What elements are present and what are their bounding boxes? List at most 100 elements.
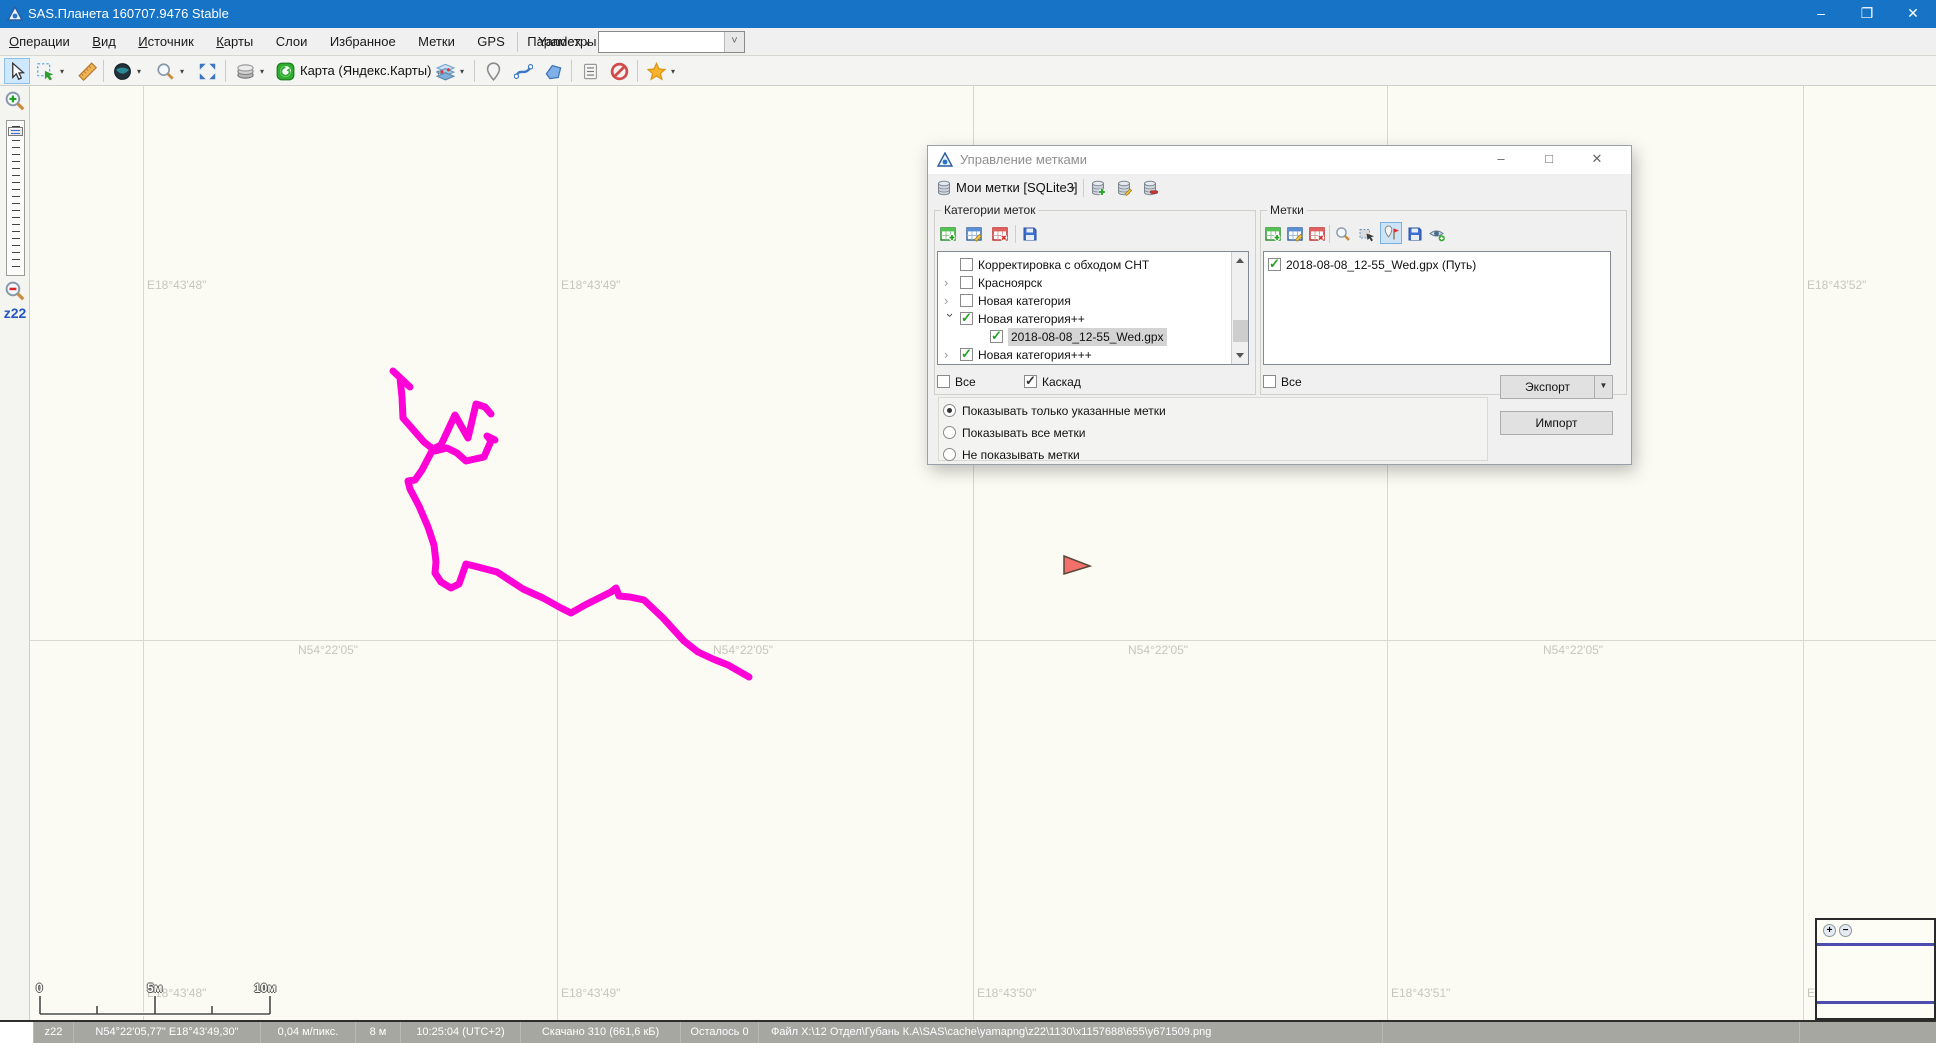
- category-checkbox[interactable]: [960, 348, 973, 361]
- tree-row[interactable]: › Новая категория+++: [940, 346, 1228, 364]
- category-checkbox[interactable]: [960, 312, 973, 325]
- globe-button[interactable]: [109, 58, 135, 84]
- mark-goto-button[interactable]: [1358, 225, 1376, 243]
- chevron-down-icon[interactable]: ▾: [260, 67, 264, 76]
- menu-favorites[interactable]: Избранное: [330, 28, 396, 55]
- map-source-select[interactable]: Карта (Яндекс.Карты)▾: [300, 58, 440, 84]
- all-checkbox[interactable]: [1263, 375, 1276, 388]
- menu-maps[interactable]: Карты: [216, 28, 253, 55]
- menu-source[interactable]: Источник: [138, 28, 194, 55]
- database-edit-button[interactable]: [1115, 179, 1133, 197]
- zoom-slider[interactable]: [6, 120, 25, 276]
- cache-layers-button[interactable]: [232, 58, 258, 84]
- marks-list[interactable]: 2018-08-08_12-55_Wed.gpx (Путь): [1263, 251, 1611, 365]
- expand-icon[interactable]: ›: [944, 292, 956, 310]
- menu-operations[interactable]: Операции: [9, 28, 70, 55]
- mark-visibility-button[interactable]: [1428, 225, 1446, 243]
- search-combobox[interactable]: ˅: [598, 31, 745, 53]
- export-dropdown-button[interactable]: ▼: [1594, 375, 1613, 399]
- category-checkbox[interactable]: [960, 294, 973, 307]
- scrollbar-thumb[interactable]: [1233, 320, 1248, 342]
- fullscreen-button[interactable]: [194, 58, 220, 84]
- minimize-button[interactable]: –: [1798, 0, 1844, 28]
- collapse-icon[interactable]: ›: [941, 313, 959, 325]
- tree-row[interactable]: › Красноярск: [940, 274, 1228, 292]
- mark-save-button[interactable]: [1406, 225, 1424, 243]
- dialog-title-bar[interactable]: Управление метками – □ ✕: [928, 146, 1631, 174]
- placemark-list-button[interactable]: [577, 58, 603, 84]
- menu-layers[interactable]: Слои: [276, 28, 308, 55]
- chevron-down-icon[interactable]: ▾: [137, 67, 141, 76]
- expand-icon[interactable]: ›: [944, 346, 956, 364]
- radio-show-selected[interactable]: [943, 404, 956, 417]
- category-edit-icon: [966, 226, 982, 242]
- tree-row[interactable]: › Новая категория++: [940, 310, 1228, 328]
- menu-gps[interactable]: GPS: [477, 28, 504, 55]
- zoom-tool-button[interactable]: [152, 58, 178, 84]
- mark-navigation-toggle[interactable]: [1380, 222, 1402, 244]
- scroll-up-icon[interactable]: [1236, 258, 1244, 263]
- zoom-out-button[interactable]: [4, 280, 26, 302]
- export-button[interactable]: Экспорт: [1500, 375, 1595, 399]
- zoom-in-button[interactable]: [4, 90, 26, 112]
- dialog-maximize-button[interactable]: □: [1532, 146, 1566, 174]
- minimap-zoom-in-button[interactable]: +: [1823, 924, 1836, 937]
- category-edit-button[interactable]: [965, 225, 983, 243]
- category-checkbox[interactable]: [960, 258, 973, 271]
- list-item[interactable]: 2018-08-08_12-55_Wed.gpx (Путь): [1264, 256, 1552, 274]
- mark-edit-button[interactable]: [1286, 225, 1304, 243]
- category-checkbox[interactable]: [960, 276, 973, 289]
- all-checkbox[interactable]: [937, 375, 950, 388]
- database-add-button[interactable]: [1089, 179, 1107, 197]
- zoom-slider-handle[interactable]: [8, 127, 23, 136]
- add-placemark-button[interactable]: [480, 58, 506, 84]
- mini-map[interactable]: + −: [1815, 918, 1936, 1020]
- layers-select-button[interactable]: [432, 58, 458, 84]
- dialog-close-button[interactable]: ✕: [1580, 146, 1614, 174]
- ruler-icon: [78, 62, 97, 81]
- minimap-zoom-out-button[interactable]: −: [1839, 924, 1852, 937]
- category-delete-button[interactable]: [991, 225, 1009, 243]
- database-delete-button[interactable]: [1141, 179, 1159, 197]
- chevron-down-icon[interactable]: ▾: [60, 67, 64, 76]
- category-add-button[interactable]: [939, 225, 957, 243]
- chevron-down-icon[interactable]: ▾: [180, 67, 184, 76]
- mark-add-button[interactable]: [1264, 225, 1282, 243]
- scroll-down-icon[interactable]: [1236, 353, 1244, 358]
- tree-row[interactable]: 2018-08-08_12-55_Wed.gpx: [940, 328, 1228, 346]
- add-polygon-button[interactable]: [540, 58, 566, 84]
- cursor-tool-button[interactable]: [4, 58, 30, 84]
- menu-bar: Операции Вид Источник Карты Слои Избранн…: [0, 28, 1936, 56]
- radio-show-none[interactable]: [943, 448, 956, 461]
- chevron-down-icon[interactable]: ▾: [460, 67, 464, 76]
- categories-tree[interactable]: Корректировка с обходом СНТ › Красноярск…: [937, 251, 1249, 365]
- navigation-button[interactable]: [272, 58, 298, 84]
- combo-dropdown-button[interactable]: ˅: [724, 32, 744, 52]
- selection-tool-button[interactable]: [32, 58, 58, 84]
- radio-show-all[interactable]: [943, 426, 956, 439]
- favorites-button[interactable]: [643, 58, 669, 84]
- category-checkbox[interactable]: [990, 330, 1003, 343]
- maximize-button[interactable]: ❐: [1844, 0, 1890, 28]
- add-path-button[interactable]: [510, 58, 536, 84]
- menu-view[interactable]: Вид: [92, 28, 116, 55]
- mark-find-button[interactable]: [1334, 225, 1352, 243]
- tree-scrollbar[interactable]: [1231, 252, 1248, 364]
- menu-marks[interactable]: Метки: [418, 28, 455, 55]
- menu-search-engine[interactable]: Yandex▾: [538, 28, 589, 57]
- mark-delete-button[interactable]: [1308, 225, 1326, 243]
- hide-marks-button[interactable]: [606, 58, 632, 84]
- search-input[interactable]: [600, 33, 724, 51]
- chevron-down-icon[interactable]: ▾: [671, 67, 675, 76]
- tree-row[interactable]: Корректировка с обходом СНТ: [940, 256, 1228, 274]
- ruler-tool-button[interactable]: [74, 58, 100, 84]
- category-save-button[interactable]: [1021, 225, 1039, 243]
- dialog-minimize-button[interactable]: –: [1484, 146, 1518, 174]
- chevron-down-icon[interactable]: ▾: [1071, 184, 1075, 193]
- import-button[interactable]: Импорт: [1500, 411, 1613, 435]
- tree-row[interactable]: › Новая категория: [940, 292, 1228, 310]
- close-button[interactable]: ✕: [1890, 0, 1936, 28]
- database-selector[interactable]: Мои метки [SQLite3]: [956, 176, 1078, 200]
- cascade-checkbox[interactable]: [1024, 375, 1037, 388]
- expand-icon[interactable]: ›: [944, 274, 956, 292]
